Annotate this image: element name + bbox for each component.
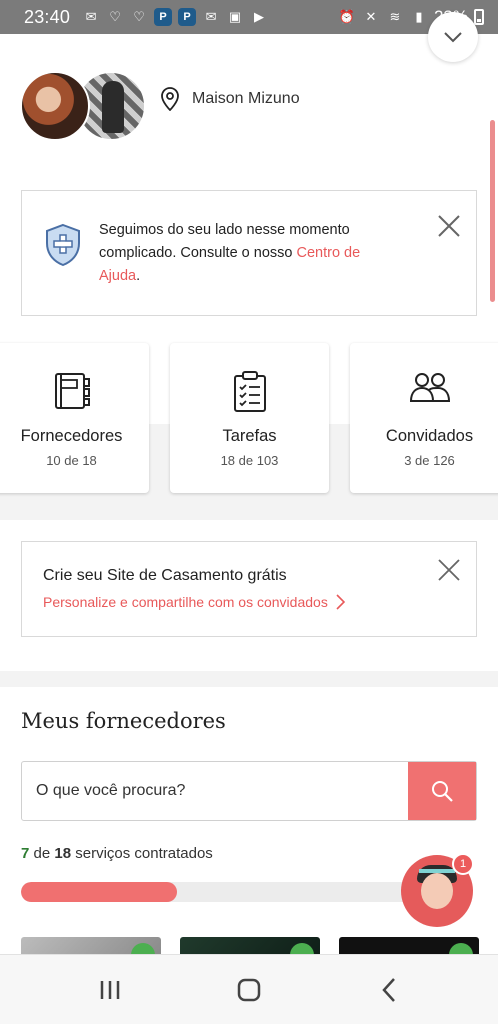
mail-app-icon: ✉: [85, 9, 97, 24]
help-notice-suffix: .: [136, 268, 141, 284]
home-button[interactable]: [214, 955, 284, 1024]
promo-link-label: Personalize e compartilhe com os convida…: [43, 594, 328, 610]
wedding-site-promo-card[interactable]: Crie seu Site de Casamento grátis Person…: [21, 541, 477, 637]
battery-icon: [474, 9, 484, 25]
progress-of: de: [33, 845, 51, 862]
couple-avatars[interactable]: [20, 71, 150, 143]
summary-card-guests[interactable]: Convidados 3 de 126: [350, 343, 498, 493]
summary-card-tasks[interactable]: Tarefas 18 de 103: [170, 343, 329, 493]
vine-icon: ♡: [133, 9, 145, 24]
avatar[interactable]: [20, 71, 90, 141]
summary-count: 3 de 126: [404, 453, 455, 468]
vendor-search: [21, 761, 477, 821]
notification-icons: ✉ ♡ ♡ P P ✉ ▣ ▶: [82, 8, 268, 26]
search-input[interactable]: [22, 762, 408, 820]
shield-icon: [46, 223, 80, 267]
location-pin-icon: [161, 87, 179, 111]
summary-title: Convidados: [385, 427, 474, 445]
help-notice-text: Seguimos do seu lado nesse momento compl…: [99, 219, 399, 288]
summary-count: 10 de 18: [46, 453, 97, 468]
mute-icon: ✕: [365, 9, 377, 24]
summary-title: Tarefas: [222, 427, 277, 445]
status-bar: 23:40 ✉ ♡ ♡ P P ✉ ▣ ▶ ⏰ ✕ ≋ ▮ 23%: [0, 0, 498, 34]
search-button[interactable]: [408, 762, 476, 820]
notification-badge: 1: [452, 853, 474, 875]
gallery-icon: ▣: [228, 9, 242, 24]
wifi-icon: ≋: [389, 9, 401, 24]
recent-apps-icon: [100, 981, 120, 999]
notebook-icon: [54, 373, 90, 409]
guests-icon: [409, 373, 450, 402]
section-divider: [0, 671, 498, 687]
promo-title: Crie seu Site de Casamento grátis: [43, 567, 287, 584]
close-icon: [438, 215, 460, 237]
navigation-bar: [0, 954, 498, 1024]
app-badge-icon: P: [178, 8, 197, 26]
venue-name: Maison Mizuno: [192, 90, 300, 107]
help-notice-card: Seguimos do seu lado nesse momento compl…: [21, 190, 477, 316]
assistant-avatar: [421, 873, 453, 909]
venue-link[interactable]: Maison Mizuno: [160, 87, 300, 111]
back-button[interactable]: [354, 955, 424, 1024]
summary-card-vendors[interactable]: Fornecedores 10 de 18: [0, 343, 149, 493]
progress-bar: [21, 882, 421, 902]
close-icon: [438, 559, 460, 581]
status-time: 23:40: [24, 6, 71, 27]
close-button[interactable]: [436, 557, 462, 583]
progress-done: 7: [21, 845, 30, 862]
close-button[interactable]: [436, 213, 462, 239]
alarm-icon: ⏰: [338, 9, 356, 24]
gmail-icon: ✉: [205, 9, 217, 24]
progress-total: 18: [54, 845, 72, 862]
vine-icon: ♡: [109, 9, 121, 24]
youtube-icon: ▶: [254, 9, 265, 24]
section-title: Meus fornecedores: [21, 709, 226, 733]
collapse-header-button[interactable]: [428, 12, 478, 62]
chevron-right-icon: [336, 594, 345, 610]
summary-title: Fornecedores: [20, 427, 123, 445]
app-badge-icon: P: [154, 8, 173, 26]
progress-fill: [21, 882, 177, 902]
home-icon: [237, 978, 261, 1002]
scrollbar[interactable]: [490, 120, 495, 302]
signal-icon: ▮: [415, 9, 423, 24]
summary-count: 18 de 103: [220, 453, 279, 468]
back-icon: [382, 978, 395, 1002]
chevron-down-icon: [444, 32, 462, 43]
progress-label: 7 de 18 serviços contratados: [21, 845, 213, 862]
recent-apps-button[interactable]: [75, 955, 145, 1024]
promo-link[interactable]: Personalize e compartilhe com os convida…: [43, 594, 345, 610]
checklist-icon: [233, 371, 266, 412]
search-icon: [432, 781, 453, 802]
assistant-headband: [419, 869, 455, 873]
progress-suffix: serviços contratados: [75, 845, 213, 862]
